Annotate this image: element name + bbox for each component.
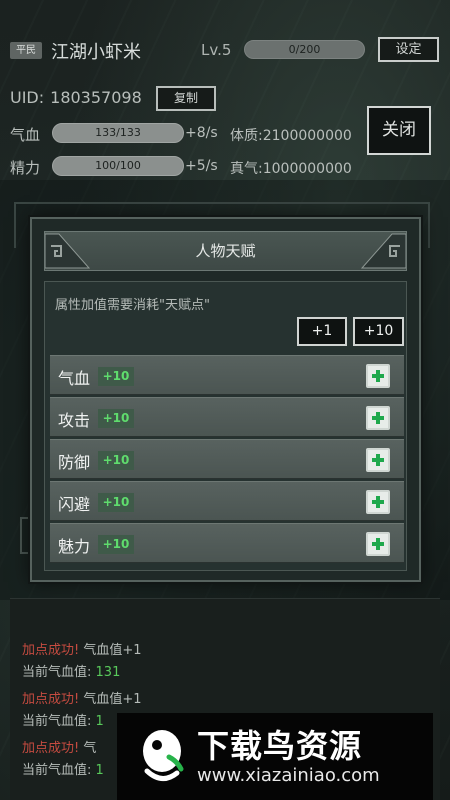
log-value: 1 bbox=[95, 763, 104, 778]
hp-bar: 133/133 bbox=[52, 123, 184, 143]
true-qi-value: 真气:1000000000 bbox=[230, 161, 352, 177]
talent-point-hint: 属性加值需要消耗"天赋点" bbox=[55, 298, 210, 313]
log-entry: 当前气血值: 1 bbox=[22, 759, 104, 778]
attribute-row-charm: 魅力 +10 bbox=[50, 523, 404, 563]
log-entry: 当前气血值: 131 bbox=[22, 661, 120, 680]
attribute-row-hp: 气血 +10 bbox=[50, 355, 404, 395]
attribute-name: 攻击 bbox=[58, 411, 91, 430]
stat-row-energy: 精力 100/100 +5/s 真气:1000000000 bbox=[10, 155, 360, 177]
attribute-name: 魅力 bbox=[58, 537, 91, 556]
log-entry: 加点成功! 气血值+1 bbox=[22, 639, 142, 658]
add-attack-button[interactable] bbox=[366, 406, 390, 430]
talent-dialog: 人物天赋 属性加值需要消耗"天赋点" +1 +10 气血 +10 攻击 +10 … bbox=[30, 217, 421, 582]
add-defense-button[interactable] bbox=[366, 448, 390, 472]
energy-bar: 100/100 bbox=[52, 156, 184, 176]
attribute-name: 气血 bbox=[58, 369, 91, 388]
log-success: 加点成功! bbox=[22, 741, 80, 756]
uid-label: UID: bbox=[10, 88, 45, 107]
attribute-name: 防御 bbox=[58, 453, 91, 472]
add-hp-button[interactable] bbox=[366, 364, 390, 388]
energy-bar-text: 100/100 bbox=[95, 159, 141, 172]
attribute-bonus: +10 bbox=[98, 493, 134, 512]
dialog-title-bar: 人物天赋 bbox=[44, 231, 407, 271]
attribute-bonus: +10 bbox=[98, 451, 134, 470]
corner-ornament-icon bbox=[360, 233, 406, 269]
attribute-row-attack: 攻击 +10 bbox=[50, 397, 404, 437]
log-detail: 气 bbox=[83, 741, 97, 756]
log-label: 当前气血值: bbox=[22, 714, 92, 729]
log-label: 当前气血值: bbox=[22, 763, 92, 778]
log-detail: 气血值+1 bbox=[83, 692, 142, 707]
close-button[interactable]: 关闭 bbox=[367, 106, 431, 155]
stat-label: 精力 bbox=[10, 159, 41, 177]
log-success: 加点成功! bbox=[22, 692, 80, 707]
rank-badge: 平民 bbox=[10, 42, 42, 59]
bird-logo-icon bbox=[143, 730, 184, 781]
copy-uid-button[interactable]: 复制 bbox=[156, 86, 216, 111]
log-entry: 加点成功! 气血值+1 bbox=[22, 688, 142, 707]
exp-bar: 0/200 bbox=[244, 40, 365, 59]
constitution-value: 体质:2100000000 bbox=[230, 128, 352, 144]
watermark-title: 下载鸟资源 bbox=[197, 727, 363, 765]
attribute-row-defense: 防御 +10 bbox=[50, 439, 404, 479]
add-dodge-button[interactable] bbox=[366, 490, 390, 514]
log-value: 1 bbox=[95, 714, 104, 729]
add-charm-button[interactable] bbox=[366, 532, 390, 556]
stat-label: 气血 bbox=[10, 126, 41, 144]
log-success: 加点成功! bbox=[22, 643, 80, 658]
increment-1-button[interactable]: +1 bbox=[297, 317, 347, 346]
dialog-title: 人物天赋 bbox=[195, 242, 256, 260]
increment-10-button[interactable]: +10 bbox=[353, 317, 404, 346]
uid-value: 180357098 bbox=[50, 88, 142, 107]
player-level: Lv.5 bbox=[201, 41, 232, 59]
player-name: 江湖小虾米 bbox=[51, 42, 141, 63]
dialog-body: 属性加值需要消耗"天赋点" +1 +10 气血 +10 攻击 +10 防御 +1… bbox=[44, 281, 407, 571]
attribute-bonus: +10 bbox=[98, 535, 134, 554]
site-watermark: 下载鸟资源 www.xiazainiao.com bbox=[117, 713, 433, 800]
energy-regen-rate: +5/s bbox=[185, 158, 218, 174]
hp-bar-text: 133/133 bbox=[95, 126, 141, 139]
uid-display: UID: 180357098 bbox=[10, 88, 142, 107]
log-value: 131 bbox=[95, 665, 121, 680]
top-bar: 平民 江湖小虾米 Lv.5 0/200 设定 bbox=[0, 0, 450, 70]
attribute-row-dodge: 闪避 +10 bbox=[50, 481, 404, 521]
log-entry: 当前气血值: 1 bbox=[22, 710, 104, 729]
settings-button[interactable]: 设定 bbox=[378, 37, 439, 62]
hp-regen-rate: +8/s bbox=[185, 125, 218, 141]
stat-row-hp: 气血 133/133 +8/s 体质:2100000000 bbox=[10, 122, 360, 144]
exp-text: 0/200 bbox=[288, 43, 321, 56]
attribute-name: 闪避 bbox=[58, 495, 91, 514]
attribute-bonus: +10 bbox=[98, 409, 134, 428]
log-entry: 加点成功! 气 bbox=[22, 737, 96, 756]
watermark-url: www.xiazainiao.com bbox=[197, 765, 380, 786]
log-label: 当前气血值: bbox=[22, 665, 92, 680]
attribute-bonus: +10 bbox=[98, 367, 134, 386]
log-detail: 气血值+1 bbox=[83, 643, 142, 658]
